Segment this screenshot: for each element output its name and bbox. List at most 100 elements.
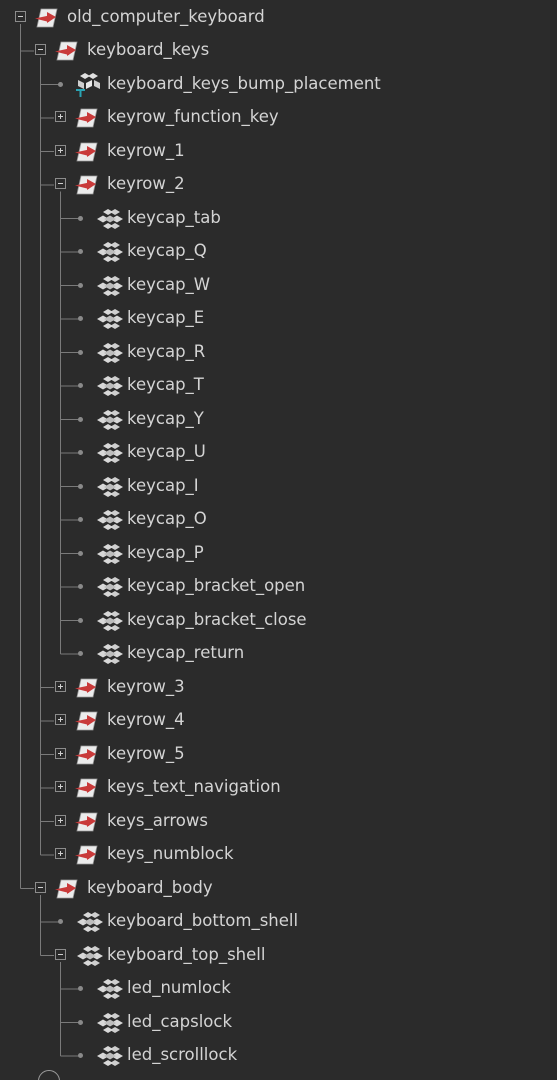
tree-item-label: led_capslock [127,1011,233,1031]
tree-item-keycap-bracket-close[interactable]: keycap_bracket_close [0,604,557,637]
tree-item-keycap-u[interactable]: keycap_U [0,436,557,469]
collapse-minus-icon[interactable] [34,44,46,55]
tree-item-label: keycap_P [127,542,204,562]
tree-item-keyboard-body[interactable]: keyboard_body [0,872,557,905]
tree-item-keycap-o[interactable]: keycap_O [0,503,557,536]
tree-item-keyrow-1[interactable]: keyrow_1 [0,135,557,168]
tree-item-label: keyboard_bottom_shell [107,911,299,930]
tree-item-keyboard-bottom-shell[interactable]: keyboard_bottom_shell [0,905,557,938]
mesh-icon [95,543,125,565]
tree-leaf-bullet [77,550,83,556]
tree-item-label: led_scrolllock [127,1045,238,1064]
collapse-minus-icon[interactable] [54,948,66,960]
tree-leaf-bullet [77,349,83,355]
outliner-panel: old_computer_keyboard keyboard_keys keyb… [0,0,557,1080]
collapse-minus-icon[interactable] [14,10,26,22]
collapse-minus-icon[interactable] [34,881,46,893]
transform-group-icon [74,676,100,700]
transform-group-icon [74,743,100,767]
outliner-tree: old_computer_keyboard keyboard_keys keyb… [0,0,557,1080]
tree-item-keycap-i[interactable]: keycap_I [0,470,557,503]
expand-plus-icon[interactable] [54,781,66,792]
tree-leaf-bullet [77,483,83,489]
tree-item-keycap-q[interactable]: keycap_Q [0,235,557,268]
tree-item-keycap-tab[interactable]: keycap_tab [0,202,557,235]
mesh-icon [95,1012,125,1034]
transform-group-icon [34,6,60,30]
tree-item-keycap-r[interactable]: keycap_R [0,336,557,369]
tree-item-keys-numblock[interactable]: keys_numblock [0,838,557,871]
mesh-icon [95,442,125,464]
tree-leaf-bullet [77,1019,83,1025]
tree-item-keycap-bracket-open[interactable]: keycap_bracket_open [0,570,557,603]
tree-item-keycap-e[interactable]: keycap_E [0,302,557,335]
tree-item-keys-arrows[interactable]: keys_arrows [0,805,557,838]
tree-item-keycap-return[interactable]: keycap_return [0,637,557,670]
expand-plus-icon[interactable] [54,848,66,859]
tree-item-label: keyboard_keys [87,40,210,59]
tree-item-label: led_numlock [127,978,231,997]
tree-item-keyrow-function-key[interactable]: keyrow_function_key [0,101,557,134]
tree-item-label: keycap_W [127,274,211,294]
tree-item-label: keycap_O [127,509,207,528]
expand-plus-icon[interactable] [54,144,66,156]
mesh-icon [95,610,125,632]
tree-item-label: keyboard_keys_bump_placement [107,73,381,93]
tree-item-keycap-y[interactable]: keycap_Y [0,403,557,436]
tree-leaf-bullet [77,316,83,321]
tree-leaf-bullet [57,81,63,87]
tree-item-old-computer-keyboard[interactable]: old_computer_keyboard [0,1,557,34]
tree-item-led-capslock[interactable]: led_capslock [0,1006,557,1039]
texture-placement-icon [74,70,102,98]
tree-item-label: keycap_Q [127,241,207,260]
tree-leaf-bullet [77,986,83,991]
tree-item-keyboard-keys-bump-placement[interactable]: keyboard_keys_bump_placement [0,68,557,101]
tree-item-label: keycap_T [127,375,204,394]
tree-item-keys-text-navigation[interactable]: keys_text_navigation [0,771,557,804]
expand-plus-icon[interactable] [54,111,66,122]
transform-group-icon [74,106,100,130]
collapse-minus-icon[interactable] [54,178,66,189]
mesh-icon [95,275,125,297]
tree-item-keyboard-top-shell[interactable]: keyboard_top_shell [0,939,557,972]
expand-plus-icon[interactable] [54,747,66,759]
transform-group-icon [54,39,80,63]
tree-item-keyrow-2[interactable]: keyrow_2 [0,168,557,201]
mesh-icon [95,476,125,498]
tree-item-label: keyrow_2 [107,174,185,193]
mesh-icon [95,1045,125,1067]
mesh-icon [95,978,125,1000]
tree-item-label: keys_numblock [107,844,234,863]
tree-leaf-bullet [77,584,83,589]
tree-leaf-bullet [77,282,83,288]
tree-item-label: keycap_R [127,341,206,361]
tree-item-label: keyrow_3 [107,676,185,696]
tree-item-label: keycap_U [127,442,206,461]
transform-group-icon [74,173,100,197]
tree-item-label: keyrow_1 [107,140,185,160]
expand-plus-icon[interactable] [54,714,66,725]
tree-item-keycap-t[interactable]: keycap_T [0,369,557,402]
tree-leaf-bullet [77,651,83,656]
tree-item-keyrow-5[interactable]: keyrow_5 [0,738,557,771]
expand-plus-icon[interactable] [54,680,66,692]
tree-item-keyrow-3[interactable]: keyrow_3 [0,671,557,704]
mesh-icon [95,409,125,431]
transform-group-icon [54,877,80,901]
tree-leaf-bullet [57,919,63,924]
mesh-icon [95,308,125,330]
tree-item-label: keycap_bracket_close [127,609,307,629]
expand-plus-icon[interactable] [54,814,66,826]
tree-item-keyboard-keys[interactable]: keyboard_keys [0,34,557,67]
tree-item-led-scrolllock[interactable]: led_scrolllock [0,1039,557,1072]
tree-item-keycap-p[interactable]: keycap_P [0,537,557,570]
tree-item-led-numlock[interactable]: led_numlock [0,972,557,1005]
tree-item-keycap-w[interactable]: keycap_W [0,269,557,302]
transform-group-icon [74,709,100,733]
tree-item-label: keys_text_navigation [107,777,281,796]
tree-item-keyrow-4[interactable]: keyrow_4 [0,704,557,737]
tree-item-label: keyboard_body [87,877,213,897]
tree-item-label: keycap_I [127,475,199,495]
tree-item-label: keyrow_5 [107,743,185,763]
tree-leaf-bullet [77,517,83,522]
